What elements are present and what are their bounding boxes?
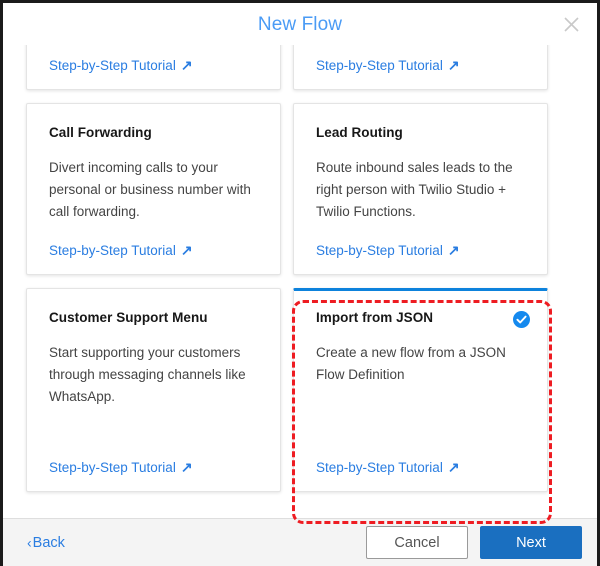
back-button[interactable]: ‹ Back <box>27 535 65 551</box>
link-label: Step-by-Step Tutorial <box>49 243 176 258</box>
card-title: Call Forwarding <box>49 125 152 140</box>
external-link-arrow-icon: ↗ <box>447 241 460 258</box>
step-by-step-tutorial-link[interactable]: Step-by-Step Tutorial ↗ <box>316 56 525 74</box>
link-label: Step-by-Step Tutorial <box>49 58 176 73</box>
step-by-step-tutorial-link[interactable]: Step-by-Step Tutorial ↗ <box>316 458 525 476</box>
external-link-arrow-icon: ↗ <box>447 56 460 73</box>
step-by-step-tutorial-link[interactable]: Step-by-Step Tutorial ↗ <box>49 241 258 259</box>
flow-template-card-import-from-json[interactable]: Import from JSON Create a new flow from … <box>293 288 548 492</box>
card-description: Divert incoming calls to your personal o… <box>49 160 251 219</box>
new-flow-modal: New Flow Step-by-Step Tutorial ↗ Step-by… <box>0 0 600 566</box>
link-label: Step-by-Step Tutorial <box>49 460 176 475</box>
check-circle-icon <box>513 311 530 328</box>
card-description: Create a new flow from a JSON Flow Defin… <box>316 345 506 383</box>
link-label: Step-by-Step Tutorial <box>316 58 443 73</box>
cards-scroll-viewport[interactable]: Step-by-Step Tutorial ↗ Step-by-Step Tut… <box>3 45 597 518</box>
step-by-step-tutorial-link[interactable]: Step-by-Step Tutorial ↗ <box>316 241 525 259</box>
page-title: New Flow <box>257 13 343 35</box>
flow-template-card-call-forwarding[interactable]: Call Forwarding Divert incoming calls to… <box>26 103 281 275</box>
flow-template-card[interactable]: Step-by-Step Tutorial ↗ <box>26 45 281 90</box>
cancel-button[interactable]: Cancel <box>366 526 468 559</box>
flow-template-card-lead-routing[interactable]: Lead Routing Route inbound sales leads t… <box>293 103 548 275</box>
next-button[interactable]: Next <box>480 526 582 559</box>
external-link-arrow-icon: ↗ <box>180 241 193 258</box>
card-title: Import from JSON <box>316 310 434 325</box>
card-description: Route inbound sales leads to the right p… <box>316 160 513 219</box>
external-link-arrow-icon: ↗ <box>180 56 193 73</box>
modal-footer: ‹ Back Cancel Next <box>3 518 597 566</box>
external-link-arrow-icon: ↗ <box>180 458 193 475</box>
close-icon[interactable] <box>559 12 583 36</box>
link-label: Step-by-Step Tutorial <box>316 243 443 258</box>
modal-header: New Flow <box>3 3 597 45</box>
cards-grid: Step-by-Step Tutorial ↗ Step-by-Step Tut… <box>26 45 548 492</box>
flow-template-card-customer-support-menu[interactable]: Customer Support Menu Start supporting y… <box>26 288 281 492</box>
flow-template-list: Step-by-Step Tutorial ↗ Step-by-Step Tut… <box>3 45 597 518</box>
flow-template-card[interactable]: Step-by-Step Tutorial ↗ <box>293 45 548 90</box>
back-button-label: Back <box>32 534 65 551</box>
chevron-left-icon: ‹ <box>27 534 32 550</box>
card-title: Customer Support Menu <box>49 310 208 325</box>
step-by-step-tutorial-link[interactable]: Step-by-Step Tutorial ↗ <box>49 458 258 476</box>
step-by-step-tutorial-link[interactable]: Step-by-Step Tutorial ↗ <box>49 56 258 74</box>
link-label: Step-by-Step Tutorial <box>316 460 443 475</box>
external-link-arrow-icon: ↗ <box>447 458 460 475</box>
card-description: Start supporting your customers through … <box>49 345 246 404</box>
card-title: Lead Routing <box>316 125 403 140</box>
